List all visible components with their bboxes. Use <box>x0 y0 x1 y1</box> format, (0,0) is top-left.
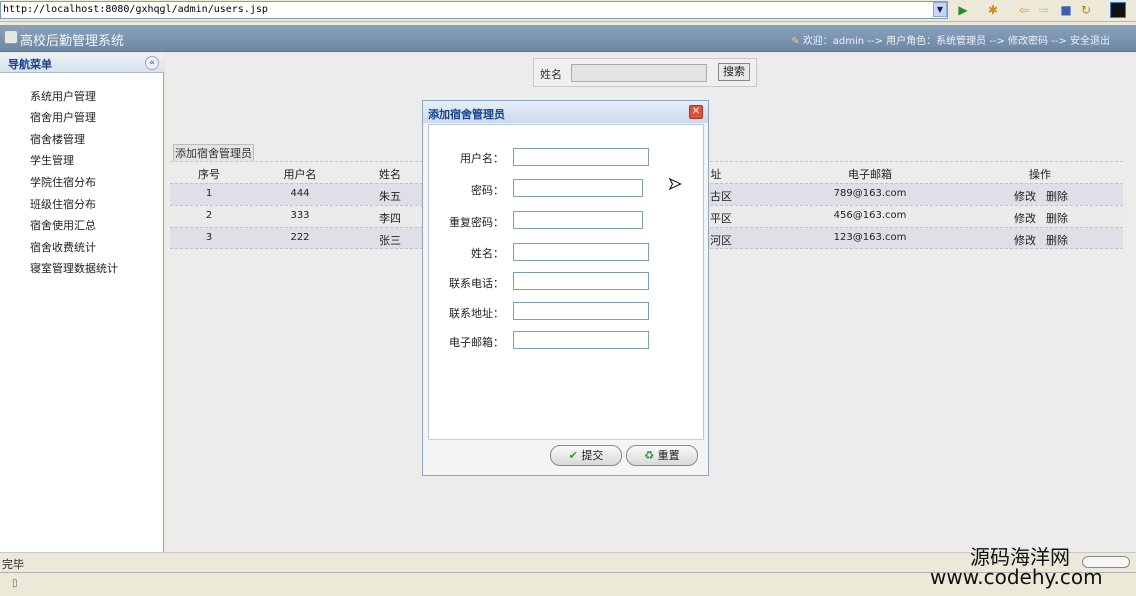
sidebar-item-class-distribution[interactable]: 班级住宿分布 <box>30 196 96 212</box>
close-icon[interactable]: ✕ <box>689 105 703 119</box>
refresh-icon[interactable]: ↻ <box>1078 2 1094 18</box>
email-field[interactable] <box>513 331 649 349</box>
name-label: 姓名： <box>471 247 504 260</box>
edit-link[interactable]: 修改 <box>1014 210 1036 226</box>
sidebar-item-system-users[interactable]: 系统用户管理 <box>30 88 96 104</box>
go-icon[interactable]: ▶ <box>955 2 971 18</box>
watermark-line2: www.codehy.com <box>930 565 1103 589</box>
cell-username: 444 <box>290 188 310 199</box>
user-icon: ✎ <box>791 36 803 47</box>
cell-address: 平区 <box>710 212 732 225</box>
cell-name: 朱五 <box>379 190 401 203</box>
search-label: 姓名 <box>540 68 562 81</box>
collapse-icon[interactable]: « <box>145 56 159 70</box>
address-label: 联系地址： <box>449 307 504 320</box>
col-email: 电子邮箱 <box>848 168 892 181</box>
col-no: 序号 <box>198 168 220 181</box>
username-label: 用户名： <box>460 152 504 165</box>
edit-link[interactable]: 修改 <box>1014 232 1036 248</box>
cell-email: 456@163.com <box>833 210 907 221</box>
sidebar-title: 导航菜单 <box>8 58 52 71</box>
welcome-bar[interactable]: ✎ 欢迎：admin --> 用户角色：系统管理员 --> 修改密码 --> 安… <box>791 32 1110 47</box>
cell-email: 123@163.com <box>833 232 907 243</box>
sidebar-item-usage-summary[interactable]: 宿舍使用汇总 <box>30 217 96 233</box>
edit-link[interactable]: 修改 <box>1014 188 1036 204</box>
cell-username: 333 <box>290 210 310 221</box>
search-input[interactable] <box>571 64 707 82</box>
cell-username: 222 <box>290 232 310 243</box>
col-username: 用户名 <box>283 168 317 181</box>
cell-address: 古区 <box>710 190 732 203</box>
address-field[interactable] <box>513 302 649 320</box>
add-manager-link[interactable]: 添加宿舍管理员 <box>173 144 254 162</box>
delete-link[interactable]: 删除 <box>1046 210 1068 226</box>
delete-link[interactable]: 删除 <box>1046 232 1068 248</box>
cell-no: 3 <box>205 232 213 243</box>
email-label: 电子邮箱： <box>449 336 504 349</box>
sidebar-item-students[interactable]: 学生管理 <box>30 152 74 168</box>
dialog-divider <box>428 439 704 440</box>
password-label: 密码： <box>471 184 504 197</box>
sidebar-item-room-stats[interactable]: 寝室管理数据统计 <box>30 260 118 276</box>
sidebar-item-college-distribution[interactable]: 学院住宿分布 <box>30 174 96 190</box>
mouse-cursor-icon: ➤ <box>667 174 682 194</box>
cell-name: 李四 <box>379 212 401 225</box>
cell-name: 张三 <box>379 234 401 247</box>
repeat-password-field[interactable] <box>513 211 643 229</box>
col-actions: 操作 <box>1029 168 1051 181</box>
cell-no: 2 <box>205 210 213 221</box>
check-icon: ✔ <box>568 449 582 462</box>
col-name: 姓名 <box>379 168 401 181</box>
password-field[interactable] <box>513 179 643 197</box>
url-dropdown-icon[interactable]: ▼ <box>933 2 947 17</box>
sidebar-item-fee-stats[interactable]: 宿舍收费统计 <box>30 239 96 255</box>
submit-label: 提交 <box>581 449 604 462</box>
url-input[interactable]: http://localhost:8080/gxhqgl/admin/users… <box>0 1 948 19</box>
console-icon[interactable] <box>1110 2 1126 18</box>
back-icon[interactable]: ⇦ <box>1016 2 1032 18</box>
repeat-password-label: 重复密码： <box>449 216 504 229</box>
submit-button[interactable]: ✔ 提交 <box>550 445 622 466</box>
reset-button[interactable]: ♻ 重置 <box>626 445 698 466</box>
welcome-text[interactable]: 欢迎：admin --> 用户角色：系统管理员 --> 修改密码 --> 安全退… <box>803 36 1110 47</box>
name-field[interactable] <box>513 243 649 261</box>
phone-field[interactable] <box>513 272 649 290</box>
sidebar-item-buildings[interactable]: 宿舍楼管理 <box>30 131 85 147</box>
app-title: 高校后勤管理系统 <box>20 34 125 49</box>
cell-no: 1 <box>205 188 213 199</box>
tools-icon[interactable]: ✱ <box>985 2 1001 18</box>
delete-link[interactable]: 删除 <box>1046 188 1068 204</box>
username-field[interactable] <box>513 148 649 166</box>
forward-icon[interactable]: ⇨ <box>1036 2 1052 18</box>
reset-label: 重置 <box>657 449 680 462</box>
cell-email: 789@163.com <box>833 188 907 199</box>
status-text: 完毕 <box>2 558 24 571</box>
col-address: 址 <box>710 168 722 181</box>
sidebar <box>0 53 164 552</box>
dialog-title: 添加宿舍管理员 <box>428 108 505 121</box>
cell-address: 河区 <box>710 234 732 247</box>
sidebar-item-dorm-users[interactable]: 宿舍用户管理 <box>30 109 96 125</box>
stop-icon[interactable]: ■ <box>1058 2 1074 18</box>
reset-icon: ♻ <box>644 449 658 462</box>
phone-label: 联系电话： <box>449 277 504 290</box>
page-icon: ▯ <box>12 578 18 589</box>
search-button[interactable]: 搜索 <box>718 63 750 81</box>
app-logo-icon <box>4 30 18 44</box>
